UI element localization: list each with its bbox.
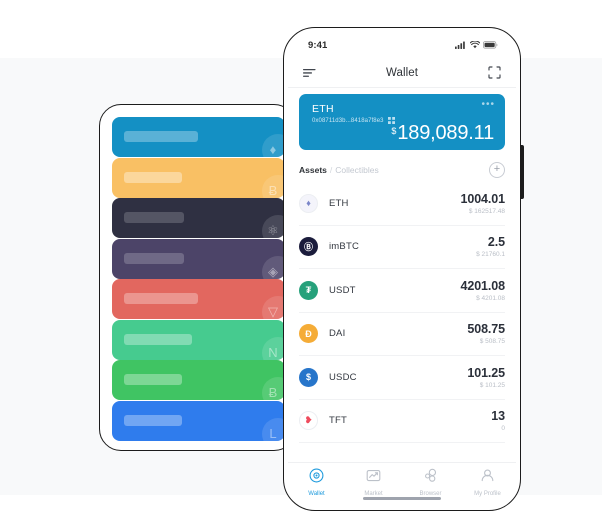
- asset-symbol: USDT: [329, 284, 356, 296]
- placeholder-card: Ƀ: [112, 360, 285, 400]
- wallet-address: 0x08711d3b...8418a7f8e3: [312, 117, 384, 124]
- asset-symbol: USDC: [329, 371, 357, 383]
- tab-item-wallet[interactable]: Wallet: [288, 468, 345, 497]
- app-nav-bar: Wallet: [288, 58, 516, 88]
- asset-row[interactable]: Đ DAI 508.75 $ 508.75: [299, 313, 505, 356]
- tab-item-market[interactable]: Market: [345, 468, 402, 497]
- profile-tab-icon: [480, 468, 495, 488]
- home-indicator: [363, 496, 441, 500]
- asset-fiat-value: $ 21760.1: [476, 251, 505, 259]
- placeholder-coin-icon: ◈: [262, 255, 285, 279]
- dai-coin-icon: Đ: [299, 324, 318, 344]
- placeholder-card: ◈: [112, 238, 285, 279]
- market-tab-icon: [366, 468, 381, 488]
- asset-values: 13 0: [491, 409, 505, 432]
- eth-coin-icon: ♦: [299, 193, 318, 213]
- placeholder-bar: [124, 212, 184, 223]
- status-icons: [455, 41, 498, 49]
- placeholder-bar: [124, 293, 198, 304]
- asset-values: 1004.01 $ 162517.48: [461, 192, 506, 215]
- tab-item-my-profile[interactable]: My Profile: [459, 468, 516, 497]
- placeholder-coin-icon: ▽: [262, 296, 285, 319]
- placeholder-bar: [124, 252, 184, 264]
- asset-row[interactable]: ₮ USDT 4201.08 $ 4201.08: [299, 269, 505, 313]
- asset-fiat-value: $ 4201.08: [476, 294, 505, 302]
- wallet-balance: $ 189,089.11: [391, 122, 494, 145]
- asset-symbol: ETH: [329, 197, 349, 209]
- browser-tab-icon: [423, 468, 438, 488]
- asset-symbol: DAI: [329, 328, 346, 340]
- wallet-tab-icon: [309, 468, 324, 488]
- placeholder-bar: [124, 374, 182, 385]
- asset-values: 101.25 $ 101.25: [467, 366, 505, 389]
- scan-qr-icon[interactable]: [486, 65, 502, 81]
- asset-amount: 13: [491, 409, 505, 424]
- add-asset-button[interactable]: +: [489, 162, 505, 178]
- asset-list: ♦ ETH 1004.01 $ 162517.48 ⒷimBTC 2.5 $ 21760.1…: [288, 182, 516, 443]
- tab-assets[interactable]: Assets: [299, 165, 327, 175]
- status-time: 9:41: [308, 39, 328, 51]
- battery-icon: [483, 41, 498, 49]
- placeholder-coin-icon: ⚛: [262, 215, 285, 238]
- wallet-token-name: ETH: [312, 103, 334, 115]
- placeholder-coin-icon: N: [262, 336, 285, 360]
- placeholder-card: N: [112, 319, 285, 360]
- hamburger-menu-icon[interactable]: [302, 65, 318, 81]
- status-bar: 9:41: [288, 32, 516, 58]
- card-more-options-icon[interactable]: •••: [481, 100, 495, 110]
- asset-fiat-value: $ 162517.48: [468, 207, 505, 215]
- wifi-icon: [470, 41, 480, 49]
- tab-label: Wallet: [308, 491, 325, 497]
- placeholder-card: ⚛: [112, 198, 285, 238]
- balance-amount: 189,089.11: [397, 122, 494, 144]
- asset-row[interactable]: ⒷimBTC 2.5 $ 21760.1: [299, 226, 505, 269]
- asset-row[interactable]: ♦ ETH 1004.01 $ 162517.48: [299, 182, 505, 226]
- placeholder-coin-icon: Ƀ: [262, 174, 285, 198]
- placeholder-bar: [124, 131, 198, 142]
- wallet-balance-card[interactable]: ETH ••• 0x08711d3b...8418a7f8e3 $ 189,08…: [299, 94, 505, 150]
- asset-amount: 508.75: [467, 322, 505, 337]
- tab-label: My Profile: [474, 491, 501, 497]
- currency-symbol: $: [391, 126, 397, 136]
- asset-fiat-value: $ 101.25: [479, 381, 505, 389]
- page-title: Wallet: [385, 66, 419, 79]
- phone-device: 9:41 Wallet ETH ••• 0x08711d3b...8418a7f…: [283, 27, 524, 511]
- asset-symbol: imBTC: [329, 241, 360, 253]
- power-button[interactable]: [521, 145, 524, 199]
- placeholder-bar: [124, 171, 182, 183]
- placeholder-card: ♦: [112, 117, 285, 157]
- phone-screen: 9:41 Wallet ETH ••• 0x08711d3b...8418a7f…: [288, 32, 516, 506]
- wireframe-phone: ♦ Ƀ ⚛ ◈ ▽ N Ƀ L: [99, 104, 296, 451]
- placeholder-coin-icon: ♦: [262, 134, 285, 157]
- asset-amount: 1004.01: [460, 191, 506, 206]
- asset-amount: 2.5: [487, 235, 505, 250]
- cellular-signal-icon: [455, 41, 465, 49]
- tab-collectibles[interactable]: Collectibles: [335, 165, 378, 175]
- asset-values: 4201.08 $ 4201.08: [461, 279, 506, 302]
- asset-symbol: TFT: [329, 415, 348, 427]
- asset-amount: 4201.08: [460, 278, 506, 293]
- tab-separator: /: [329, 165, 333, 175]
- asset-values: 508.75 $ 508.75: [467, 322, 505, 345]
- tab-item-browser[interactable]: Browser: [402, 468, 459, 497]
- asset-row[interactable]: $ USDC 101.25 $ 101.25: [299, 356, 505, 400]
- asset-row[interactable]: ❥ TFT 13 0: [299, 400, 505, 443]
- wallet-address-row[interactable]: 0x08711d3b...8418a7f8e3: [312, 117, 395, 124]
- placeholder-card: L: [112, 400, 285, 441]
- placeholder-card: Ƀ: [112, 157, 285, 198]
- tft-coin-icon: ❥: [299, 411, 318, 431]
- asset-values: 2.5 $ 21760.1: [476, 235, 505, 258]
- usdc-coin-icon: $: [299, 367, 318, 387]
- placeholder-card: ▽: [112, 279, 285, 319]
- placeholder-bar: [124, 333, 192, 345]
- asset-fiat-value: 0: [501, 425, 505, 433]
- placeholder-coin-icon: L: [262, 417, 285, 441]
- asset-amount: 101.25: [467, 365, 505, 380]
- usdt-coin-icon: ₮: [299, 280, 318, 300]
- assets-tabs: Assets / Collectibles +: [299, 160, 505, 180]
- imbtc-coin-icon: Ⓑ: [299, 237, 318, 257]
- asset-fiat-value: $ 508.75: [479, 338, 505, 346]
- placeholder-coin-icon: Ƀ: [262, 377, 285, 400]
- placeholder-bar: [124, 414, 182, 426]
